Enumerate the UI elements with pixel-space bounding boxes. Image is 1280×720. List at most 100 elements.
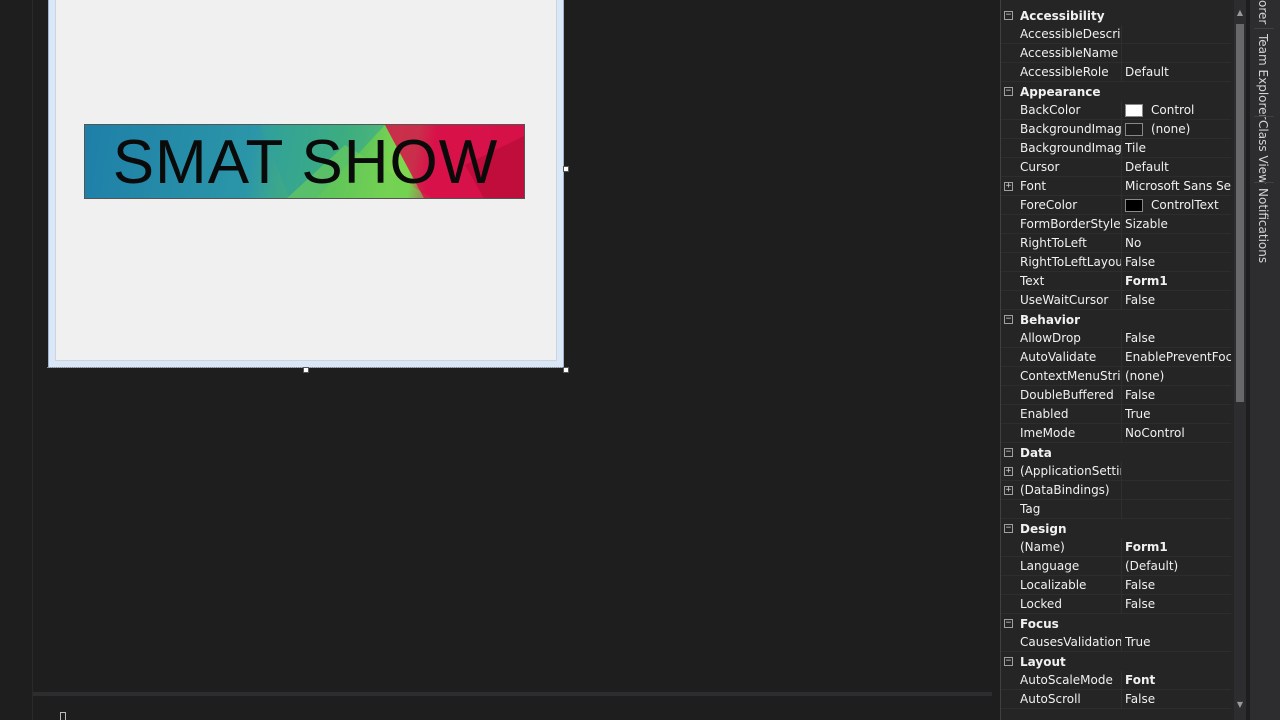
property-row[interactable]: UseWaitCursor False bbox=[1001, 291, 1231, 310]
property-row[interactable]: Locked False bbox=[1001, 595, 1231, 614]
properties-scrollbar[interactable]: ▲ ▼ bbox=[1234, 0, 1246, 720]
collapse-icon[interactable]: − bbox=[1004, 657, 1013, 666]
property-row[interactable]: AutoValidate EnablePreventFocus bbox=[1001, 348, 1231, 367]
column-divider bbox=[1121, 481, 1122, 500]
property-row[interactable]: ContextMenuStrip (none) bbox=[1001, 367, 1231, 386]
property-value[interactable]: False bbox=[1125, 293, 1231, 307]
property-row[interactable]: AllowDrop False bbox=[1001, 329, 1231, 348]
collapse-icon[interactable]: − bbox=[1004, 524, 1013, 533]
property-category[interactable]: − Design bbox=[1001, 519, 1231, 538]
property-row[interactable]: Enabled True bbox=[1001, 405, 1231, 424]
banner-picturebox[interactable]: SMAT SHOW bbox=[84, 124, 525, 199]
property-row[interactable]: (Name) Form1 bbox=[1001, 538, 1231, 557]
property-value[interactable]: True bbox=[1125, 407, 1231, 421]
property-value[interactable]: Font bbox=[1125, 673, 1231, 687]
expand-icon[interactable]: + bbox=[1004, 486, 1013, 495]
designer-surface[interactable]: SMAT SHOW bbox=[0, 0, 992, 720]
collapse-icon[interactable]: − bbox=[1004, 619, 1013, 628]
property-value[interactable]: EnablePreventFocus bbox=[1125, 350, 1231, 364]
property-row[interactable]: RightToLeftLayout False bbox=[1001, 253, 1231, 272]
property-value[interactable]: Default bbox=[1125, 65, 1231, 79]
resize-handle-right[interactable] bbox=[563, 166, 569, 172]
property-name: FormBorderStyle bbox=[1020, 217, 1121, 231]
property-row[interactable]: BackColor Control bbox=[1001, 101, 1231, 120]
property-value[interactable]: Sizable bbox=[1125, 217, 1231, 231]
property-row[interactable]: AutoScaleMode Font bbox=[1001, 671, 1231, 690]
property-row[interactable]: Language (Default) bbox=[1001, 557, 1231, 576]
property-row[interactable]: ImeMode NoControl bbox=[1001, 424, 1231, 443]
property-row[interactable]: Text Form1 bbox=[1001, 272, 1231, 291]
property-value[interactable]: Microsoft Sans Serif, bbox=[1125, 179, 1231, 193]
tab-solution-explorer[interactable]: orer bbox=[1256, 0, 1270, 24]
property-value[interactable]: Control bbox=[1125, 103, 1231, 117]
property-row[interactable]: + (DataBindings) bbox=[1001, 481, 1231, 500]
property-value[interactable]: False bbox=[1125, 331, 1231, 345]
property-value-text: (none) bbox=[1151, 122, 1191, 136]
column-divider bbox=[1121, 576, 1122, 595]
tab-team-explorer[interactable]: Team Explorer bbox=[1256, 34, 1270, 120]
scroll-up-arrow-icon[interactable]: ▲ bbox=[1235, 8, 1245, 18]
property-row[interactable]: + Font Microsoft Sans Serif, bbox=[1001, 177, 1231, 196]
tab-class-view[interactable]: Class View bbox=[1256, 120, 1270, 184]
tab-notifications[interactable]: Notifications bbox=[1256, 188, 1270, 263]
property-row[interactable]: BackgroundImage (none) bbox=[1001, 120, 1231, 139]
property-name: (DataBindings) bbox=[1020, 483, 1110, 497]
property-row[interactable]: AccessibleName bbox=[1001, 44, 1231, 63]
property-category[interactable]: − Appearance bbox=[1001, 82, 1231, 101]
property-row[interactable]: Tag bbox=[1001, 500, 1231, 519]
property-row[interactable]: FormBorderStyle Sizable bbox=[1001, 215, 1231, 234]
property-row[interactable]: Localizable False bbox=[1001, 576, 1231, 595]
property-row[interactable]: ForeColor ControlText bbox=[1001, 196, 1231, 215]
property-value[interactable]: False bbox=[1125, 388, 1231, 402]
property-row[interactable]: DoubleBuffered False bbox=[1001, 386, 1231, 405]
property-value[interactable]: True bbox=[1125, 635, 1231, 649]
property-value[interactable]: (none) bbox=[1125, 122, 1231, 136]
expand-icon[interactable]: + bbox=[1004, 182, 1013, 191]
collapse-icon[interactable]: − bbox=[1004, 315, 1013, 324]
property-value[interactable]: ControlText bbox=[1125, 198, 1231, 212]
column-divider bbox=[1121, 291, 1122, 310]
property-value[interactable]: No bbox=[1125, 236, 1231, 250]
scroll-down-arrow-icon[interactable]: ▼ bbox=[1235, 700, 1245, 710]
property-name: BackgroundImage bbox=[1020, 122, 1121, 136]
property-value[interactable]: Form1 bbox=[1125, 540, 1231, 554]
property-value-text: Sizable bbox=[1125, 217, 1168, 231]
collapse-icon[interactable]: − bbox=[1004, 448, 1013, 457]
property-category[interactable]: − Layout bbox=[1001, 652, 1231, 671]
property-value[interactable]: False bbox=[1125, 578, 1231, 592]
property-value[interactable]: (none) bbox=[1125, 369, 1231, 383]
property-value[interactable]: False bbox=[1125, 692, 1231, 706]
property-row[interactable]: AutoScroll False bbox=[1001, 690, 1231, 709]
property-value[interactable]: (Default) bbox=[1125, 559, 1231, 573]
property-row[interactable]: AccessibleRole Default bbox=[1001, 63, 1231, 82]
property-value-text: Font bbox=[1125, 673, 1156, 687]
property-row[interactable]: + (ApplicationSetting bbox=[1001, 462, 1231, 481]
property-value[interactable]: Tile bbox=[1125, 141, 1231, 155]
property-row[interactable]: RightToLeft No bbox=[1001, 234, 1231, 253]
property-value[interactable]: Form1 bbox=[1125, 274, 1231, 288]
property-value-text: False bbox=[1125, 388, 1156, 402]
expand-icon[interactable]: + bbox=[1004, 467, 1013, 476]
property-row[interactable]: Cursor Default bbox=[1001, 158, 1231, 177]
category-label: Design bbox=[1020, 521, 1067, 536]
property-value[interactable]: NoControl bbox=[1125, 426, 1231, 440]
scroll-thumb[interactable] bbox=[1236, 24, 1244, 402]
property-name: Locked bbox=[1020, 597, 1062, 611]
property-row[interactable]: AccessibleDescripti bbox=[1001, 25, 1231, 44]
collapse-icon[interactable]: − bbox=[1004, 11, 1013, 20]
property-row[interactable]: CausesValidation True bbox=[1001, 633, 1231, 652]
property-category[interactable]: − Data bbox=[1001, 443, 1231, 462]
property-row[interactable]: BackgroundImagel Tile bbox=[1001, 139, 1231, 158]
column-divider bbox=[1121, 177, 1122, 196]
property-category[interactable]: − Behavior bbox=[1001, 310, 1231, 329]
resize-handle-bottom[interactable] bbox=[303, 367, 309, 373]
property-category[interactable]: − Accessibility bbox=[1001, 6, 1231, 25]
property-value-text: Control bbox=[1151, 103, 1195, 117]
property-value-text: Default bbox=[1125, 65, 1169, 79]
property-value[interactable]: False bbox=[1125, 597, 1231, 611]
collapse-icon[interactable]: − bbox=[1004, 87, 1013, 96]
property-value[interactable]: False bbox=[1125, 255, 1231, 269]
property-value[interactable]: Default bbox=[1125, 160, 1231, 174]
resize-handle-corner[interactable] bbox=[563, 367, 569, 373]
property-category[interactable]: − Focus bbox=[1001, 614, 1231, 633]
